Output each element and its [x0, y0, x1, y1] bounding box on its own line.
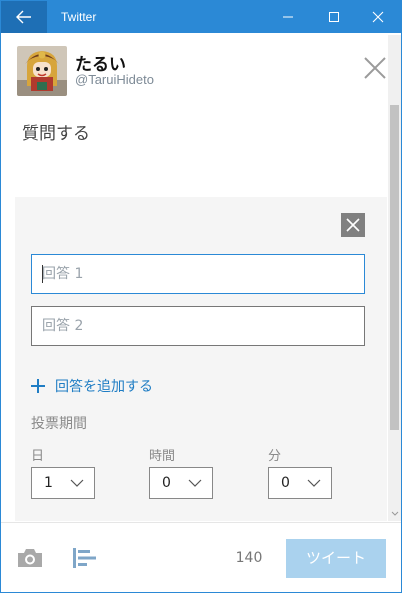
back-button[interactable]: [1, 1, 47, 33]
add-photo-button[interactable]: [16, 546, 44, 570]
close-icon: [346, 218, 360, 232]
close-icon: [372, 11, 384, 23]
arrow-left-icon: [16, 10, 31, 24]
poll-panel: 回答 1 回答 2 回答を追加する 投票期間 日 時間 分 1 0 0: [15, 197, 387, 521]
user-handle: @TaruiHideto: [75, 72, 154, 87]
window-title: Twitter: [61, 10, 97, 24]
poll-choice-2-placeholder: 回答 2: [42, 318, 84, 334]
hour-label: 時間: [149, 449, 176, 464]
close-icon: [364, 57, 386, 79]
app-window: Twitter たるい @TaruiHideto 質問する 回答 1 回答 2 …: [0, 0, 402, 593]
camera-icon: [18, 549, 42, 567]
poll-icon: [73, 548, 96, 568]
avatar: [17, 46, 67, 96]
poll-choice-1-input[interactable]: 回答 1: [31, 254, 365, 294]
minute-label: 分: [268, 449, 282, 464]
day-select-value: 1: [44, 475, 53, 491]
scrollbar[interactable]: [388, 35, 401, 521]
minimize-button[interactable]: [265, 1, 311, 33]
chevron-down-icon: [307, 479, 321, 487]
hour-select[interactable]: 0: [149, 467, 213, 499]
character-count: 140: [235, 550, 263, 566]
maximize-button[interactable]: [311, 1, 357, 33]
hour-select-value: 0: [162, 475, 171, 491]
add-choice-button[interactable]: 回答を追加する: [31, 376, 153, 396]
poll-choice-1-placeholder: 回答 1: [42, 266, 84, 282]
close-compose-button[interactable]: [362, 55, 388, 81]
add-choice-label: 回答を追加する: [55, 379, 153, 395]
toolbar-divider: [1, 522, 401, 523]
tweet-button[interactable]: ツイート: [286, 539, 386, 578]
poll-choice-2-input[interactable]: 回答 2: [31, 306, 365, 346]
minimize-icon: [283, 16, 293, 18]
day-label: 日: [31, 449, 45, 464]
tweet-text-area[interactable]: 質問する: [22, 119, 90, 144]
scroll-down-arrow[interactable]: [388, 509, 401, 521]
text-caret: [42, 265, 43, 283]
chevron-down-icon: [391, 511, 398, 516]
maximize-icon: [329, 12, 339, 22]
title-bar: Twitter: [1, 1, 401, 33]
minute-select-value: 0: [281, 475, 290, 491]
chevron-down-icon: [188, 479, 202, 487]
minute-select[interactable]: 0: [268, 467, 332, 499]
add-poll-button[interactable]: [71, 546, 97, 570]
poll-length-label: 投票期間: [31, 416, 87, 432]
day-select[interactable]: 1: [31, 467, 95, 499]
remove-poll-button[interactable]: [341, 213, 365, 237]
window-close-button[interactable]: [355, 1, 401, 33]
scrollbar-thumb[interactable]: [390, 105, 399, 430]
plus-icon: [31, 379, 45, 393]
chevron-down-icon: [70, 479, 84, 487]
